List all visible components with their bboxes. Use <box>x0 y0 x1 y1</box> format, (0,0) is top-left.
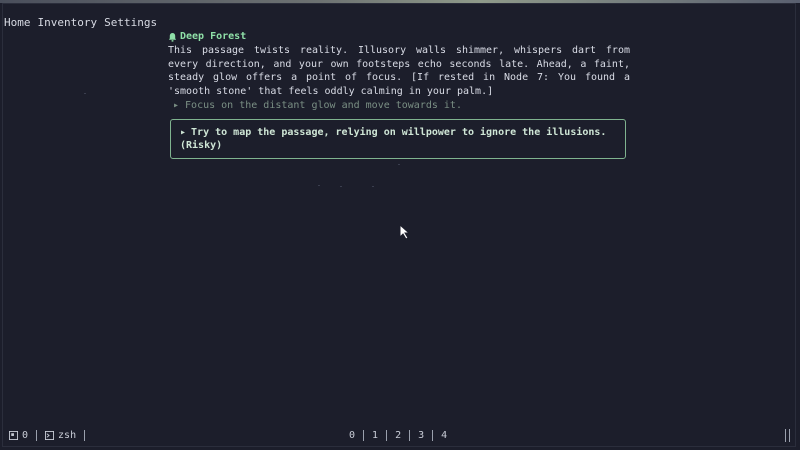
scene-heading: Deep Forest <box>168 30 630 43</box>
workspace-divider <box>386 430 388 441</box>
workspace-0[interactable]: 0 <box>345 430 359 441</box>
workspace-divider <box>363 430 365 441</box>
workspace-switcher: 0 1 2 3 4 <box>345 430 451 441</box>
status-bar: 0 zsh 0 1 2 3 4 <box>0 428 800 444</box>
shell-name[interactable]: zsh <box>58 430 76 441</box>
top-nav: Home Inventory Settings <box>4 16 157 29</box>
scene-passage: This passage twists reality. Illusory wa… <box>168 45 630 97</box>
story-panel: Deep Forest This passage twists reality.… <box>168 30 630 159</box>
nav-home[interactable]: Home <box>4 16 31 29</box>
choice-arrow-icon: ▸ <box>180 127 187 138</box>
workspace-4[interactable]: 4 <box>437 430 451 441</box>
choice-option-2-selected[interactable]: ▸ Try to map the passage, relying on will… <box>170 119 626 159</box>
workspace-divider <box>409 430 411 441</box>
mouse-cursor-icon <box>399 224 411 240</box>
workspace-3[interactable]: 3 <box>414 430 428 441</box>
status-right-handle[interactable] <box>785 429 790 442</box>
status-left: 0 zsh <box>9 430 89 441</box>
terminal-icon <box>45 431 55 440</box>
choice-label: Focus on the distant glow and move towar… <box>185 100 462 111</box>
scene-title: Deep Forest <box>180 31 247 42</box>
nav-inventory[interactable]: Inventory <box>38 16 98 29</box>
status-divider <box>36 430 38 441</box>
game-screen: Home Inventory Settings Deep Forest This… <box>0 0 800 450</box>
status-divider <box>84 430 86 441</box>
choice-option-1[interactable]: ▸ Focus on the distant glow and move tow… <box>168 99 630 112</box>
session-icon <box>9 431 18 440</box>
workspace-divider <box>432 430 434 441</box>
session-number: 0 <box>22 430 29 441</box>
bell-icon <box>168 32 177 42</box>
nav-settings[interactable]: Settings <box>104 16 157 29</box>
choice-label: Try to map the passage, relying on willp… <box>180 127 607 151</box>
workspace-1[interactable]: 1 <box>368 430 382 441</box>
workspace-2[interactable]: 2 <box>391 430 405 441</box>
choice-arrow-icon: ▸ <box>173 100 180 111</box>
